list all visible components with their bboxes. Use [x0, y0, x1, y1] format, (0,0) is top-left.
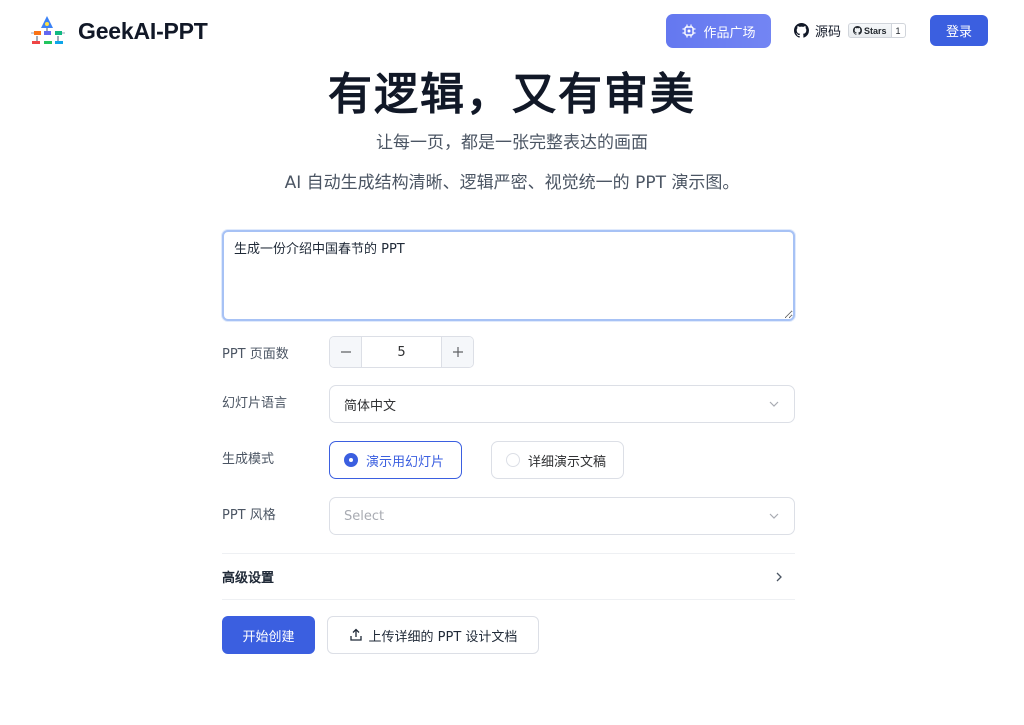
mode-option-label: 演示用幻灯片 — [366, 454, 445, 470]
radio-selected[interactable] — [344, 453, 358, 467]
language-value: 简体中文 — [344, 398, 397, 414]
login-button[interactable]: 登录 — [930, 15, 988, 46]
logo[interactable]: GeekAI-PPT — [30, 14, 208, 48]
page-count-value[interactable]: 5 — [362, 337, 441, 367]
decrement-button[interactable] — [330, 337, 362, 367]
advanced-settings-label: 高级设置 — [222, 571, 275, 586]
mode-option-label: 详细演示文稿 — [528, 454, 607, 470]
radio-unselected[interactable] — [506, 453, 520, 467]
stars-label: Stars — [864, 25, 887, 36]
stars-count[interactable]: 1 — [891, 23, 906, 38]
style-placeholder: Select — [344, 508, 385, 524]
github-icon — [794, 23, 809, 38]
advanced-settings-toggle[interactable]: 高级设置 — [222, 554, 795, 599]
source-label: 源码 — [815, 25, 842, 40]
upload-icon — [349, 628, 362, 641]
github-stars-badge[interactable]: Stars 1 — [848, 23, 906, 38]
start-create-button[interactable]: 开始创建 — [222, 616, 315, 654]
mode-option-slides[interactable]: 演示用幻灯片 — [329, 441, 462, 479]
mode-label: 生成模式 — [222, 452, 275, 467]
prompt-input[interactable] — [222, 230, 795, 321]
minus-icon — [340, 351, 351, 353]
stars-button[interactable]: Stars — [848, 23, 892, 38]
style-label: PPT 风格 — [222, 508, 276, 523]
divider — [222, 599, 795, 600]
page-count-label: PPT 页面数 — [222, 347, 289, 362]
gallery-label: 作品广场 — [703, 25, 756, 41]
chevron-right-icon — [776, 572, 782, 581]
language-select[interactable]: 简体中文 — [329, 385, 795, 423]
github-small-icon — [853, 26, 862, 35]
flowchart-logo-icon — [31, 16, 65, 44]
chip-icon — [682, 24, 696, 38]
plus-icon — [452, 347, 463, 357]
hero-description: AI 自动生成结构清晰、逻辑严密、视觉统一的 PPT 演示图。 — [284, 173, 740, 193]
upload-label: 上传详细的 PPT 设计文档 — [368, 629, 518, 645]
style-select[interactable]: Select — [329, 497, 795, 535]
hero-title: 有逻辑，又有审美 — [328, 69, 696, 120]
page-count-stepper[interactable]: 5 — [329, 336, 474, 368]
language-label: 幻灯片语言 — [222, 396, 288, 411]
logo-text: GeekAI-PPT — [78, 17, 208, 44]
gallery-button[interactable]: 作品广场 — [666, 14, 771, 48]
increment-button[interactable] — [441, 337, 473, 367]
chevron-down-icon — [769, 401, 779, 407]
hero-subtitle: 让每一页，都是一张完整表达的画面 — [376, 133, 648, 153]
source-link[interactable]: 源码 — [794, 21, 841, 40]
mode-option-document[interactable]: 详细演示文稿 — [491, 441, 624, 479]
chevron-down-icon — [769, 513, 779, 519]
upload-document-button[interactable]: 上传详细的 PPT 设计文档 — [327, 616, 539, 654]
